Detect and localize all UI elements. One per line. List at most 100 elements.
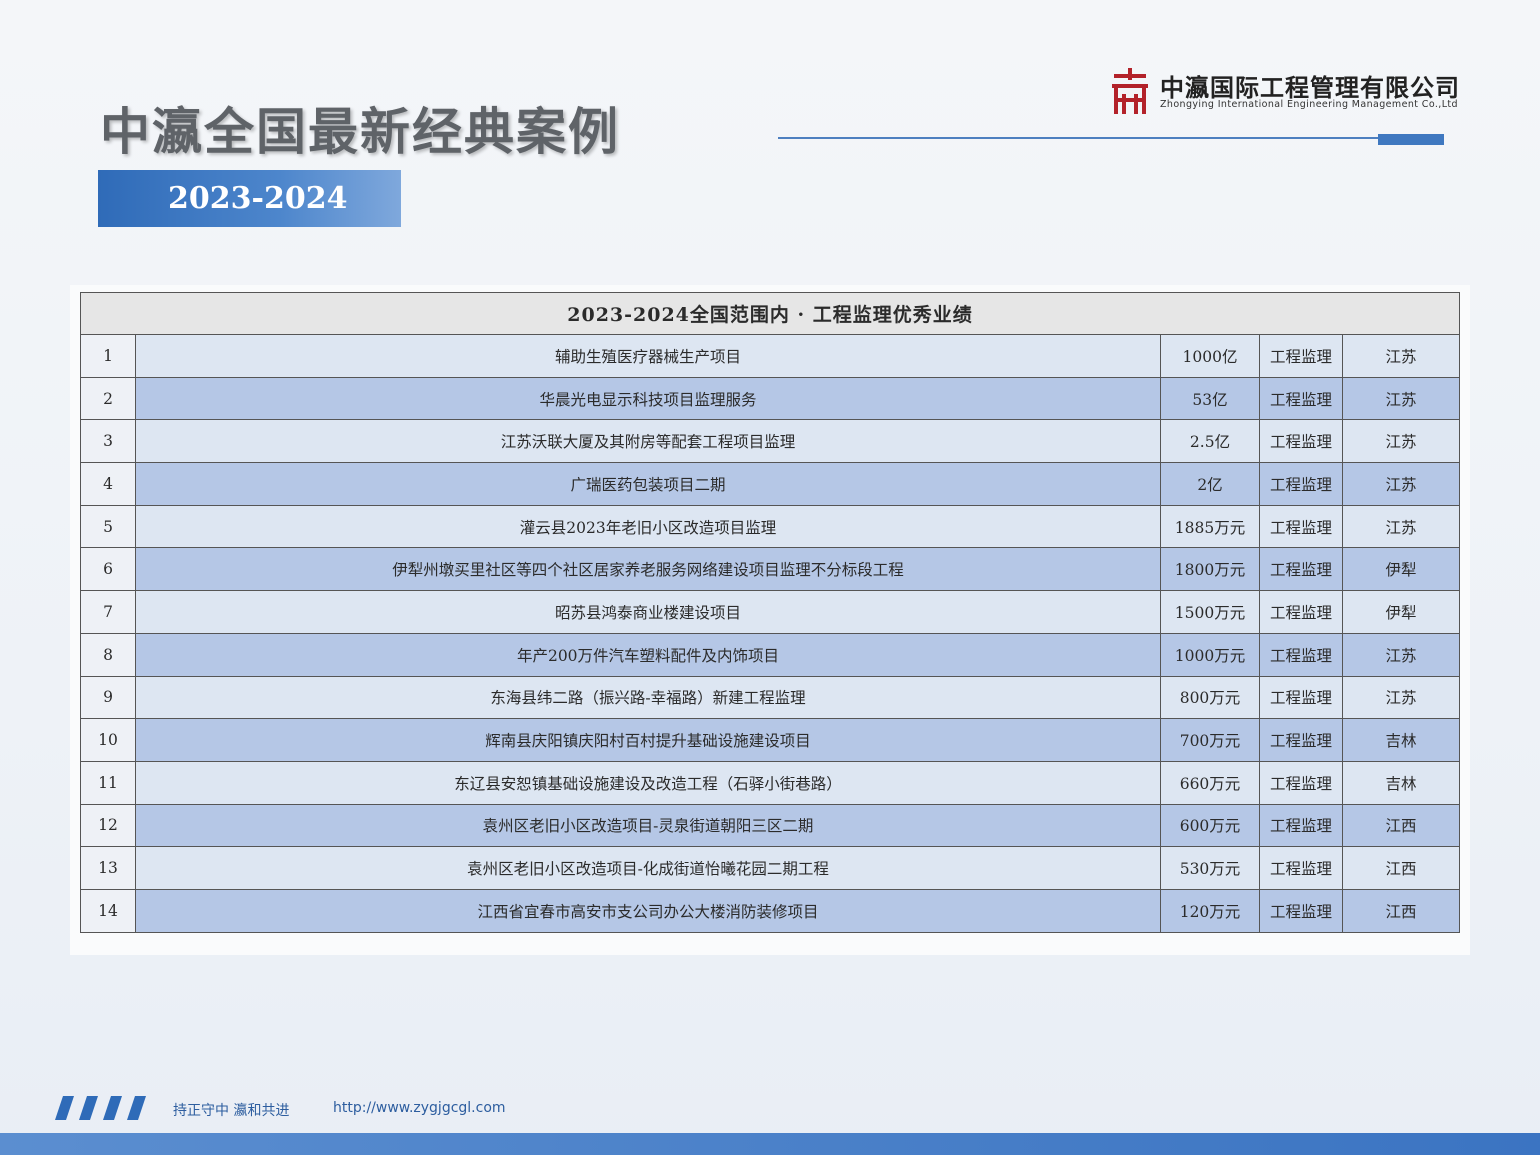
row-number: 6 (80, 547, 136, 592)
service-type: 工程监理 (1259, 334, 1343, 378)
contract-amount: 700万元 (1160, 718, 1260, 762)
project-name: 江西省宜春市高安市支公司办公大楼消防装修项目 (135, 888, 1161, 933)
contract-amount: 53亿 (1160, 376, 1260, 421)
row-number: 13 (80, 846, 136, 890)
project-name: 广瑞医药包装项目二期 (135, 462, 1161, 506)
service-type: 工程监理 (1259, 632, 1343, 677)
project-region: 江苏 (1342, 675, 1460, 720)
project-name: 东辽县安恕镇基础设施建设及改造工程（石驿小街巷路） (135, 760, 1161, 805)
service-type: 工程监理 (1259, 760, 1343, 805)
table-row: 9 东海县纬二路（振兴路-幸福路）新建工程监理 800万元 工程监理 江苏 (80, 675, 1460, 720)
project-name: 江苏沃联大厦及其附房等配套工程项目监理 (135, 419, 1161, 464)
row-number: 12 (80, 803, 136, 848)
contract-amount: 2.5亿 (1160, 419, 1260, 464)
project-name: 袁州区老旧小区改造项目-化成街道怡曦花园二期工程 (135, 846, 1161, 890)
row-number: 1 (80, 334, 136, 378)
service-type: 工程监理 (1259, 888, 1343, 933)
table-row: 3 江苏沃联大厦及其附房等配套工程项目监理 2.5亿 工程监理 江苏 (80, 419, 1460, 464)
service-type: 工程监理 (1259, 462, 1343, 506)
service-type: 工程监理 (1259, 846, 1343, 890)
footer-slogan: 持正守中 瀛和共进 (173, 1103, 290, 1119)
table-row: 13 袁州区老旧小区改造项目-化成街道怡曦花园二期工程 530万元 工程监理 江西 (80, 846, 1460, 890)
project-name: 华晨光电显示科技项目监理服务 (135, 376, 1161, 421)
contract-amount: 800万元 (1160, 675, 1260, 720)
project-region: 江苏 (1342, 334, 1460, 378)
table-row: 10 辉南县庆阳镇庆阳村百村提升基础设施建设项目 700万元 工程监理 吉林 (80, 718, 1460, 762)
table-row: 12 袁州区老旧小区改造项目-灵泉街道朝阳三区二期 600万元 工程监理 江西 (80, 803, 1460, 848)
contract-amount: 1000万元 (1160, 632, 1260, 677)
header-divider (778, 137, 1378, 139)
project-region: 江苏 (1342, 419, 1460, 464)
table-row: 7 昭苏县鸿泰商业楼建设项目 1500万元 工程监理 伊犁 (80, 590, 1460, 634)
project-region: 江苏 (1342, 376, 1460, 421)
project-name: 昭苏县鸿泰商业楼建设项目 (135, 590, 1161, 634)
contract-amount: 2亿 (1160, 462, 1260, 506)
project-region: 伊犁 (1342, 590, 1460, 634)
table-row: 14 江西省宜春市高安市支公司办公大楼消防装修项目 120万元 工程监理 江西 (80, 888, 1460, 933)
service-type: 工程监理 (1259, 504, 1343, 549)
project-region: 江西 (1342, 888, 1460, 933)
project-name: 东海县纬二路（振兴路-幸福路）新建工程监理 (135, 675, 1161, 720)
service-type: 工程监理 (1259, 419, 1343, 464)
table-row: 1 辅助生殖医疗器械生产项目 1000亿 工程监理 江苏 (80, 334, 1460, 378)
service-type: 工程监理 (1259, 675, 1343, 720)
table-row: 4 广瑞医药包装项目二期 2亿 工程监理 江苏 (80, 462, 1460, 506)
row-number: 11 (80, 760, 136, 805)
contract-amount: 1000亿 (1160, 334, 1260, 378)
project-name: 辅助生殖医疗器械生产项目 (135, 334, 1161, 378)
project-region: 吉林 (1342, 760, 1460, 805)
row-number: 2 (80, 376, 136, 421)
row-number: 8 (80, 632, 136, 677)
table-row: 5 灌云县2023年老旧小区改造项目监理 1885万元 工程监理 江苏 (80, 504, 1460, 549)
contract-amount: 530万元 (1160, 846, 1260, 890)
project-name: 辉南县庆阳镇庆阳村百村提升基础设施建设项目 (135, 718, 1161, 762)
project-region: 江苏 (1342, 632, 1460, 677)
row-number: 3 (80, 419, 136, 464)
company-logo: 中瀛国际工程管理有限公司 Zhongying International Eng… (1106, 66, 1459, 118)
row-number: 4 (80, 462, 136, 506)
project-region: 江西 (1342, 803, 1460, 848)
performance-table: 2023-2024全国范围内 · 工程监理优秀业绩 1 辅助生殖医疗器械生产项目 1… (80, 292, 1460, 933)
footer-bar (0, 1133, 1540, 1155)
contract-amount: 1800万元 (1160, 547, 1260, 592)
project-name: 袁州区老旧小区改造项目-灵泉街道朝阳三区二期 (135, 803, 1161, 848)
service-type: 工程监理 (1259, 590, 1343, 634)
performance-table-container: 2023-2024全国范围内 · 工程监理优秀业绩 1 辅助生殖医疗器械生产项目 1… (70, 285, 1470, 955)
row-number: 9 (80, 675, 136, 720)
project-region: 吉林 (1342, 718, 1460, 762)
table-row: 2 华晨光电显示科技项目监理服务 53亿 工程监理 江苏 (80, 376, 1460, 421)
project-region: 伊犁 (1342, 547, 1460, 592)
company-logo-icon (1112, 68, 1148, 114)
contract-amount: 1500万元 (1160, 590, 1260, 634)
table-body: 1 辅助生殖医疗器械生产项目 1000亿 工程监理 江苏 2 华晨光电显示科技项目监理服务 5… (80, 334, 1460, 933)
contract-amount: 1885万元 (1160, 504, 1260, 549)
row-number: 7 (80, 590, 136, 634)
year-badge: 2023-2024 (98, 170, 401, 227)
service-type: 工程监理 (1259, 376, 1343, 421)
project-name: 年产200万件汽车塑料配件及内饰项目 (135, 632, 1161, 677)
company-name-en: Zhongying International Engineering Mana… (1160, 99, 1458, 110)
row-number: 10 (80, 718, 136, 762)
project-name: 伊犁州墩买里社区等四个社区居家养老服务网络建设项目监理不分标段工程 (135, 547, 1161, 592)
project-region: 江西 (1342, 846, 1460, 890)
contract-amount: 120万元 (1160, 888, 1260, 933)
footer-url-link[interactable]: http://www.zygjgcgl.com (333, 1100, 506, 1116)
contract-amount: 600万元 (1160, 803, 1260, 848)
row-number: 14 (80, 888, 136, 933)
project-name: 灌云县2023年老旧小区改造项目监理 (135, 504, 1161, 549)
page-title: 中瀛全国最新经典案例 (100, 103, 620, 161)
table-row: 6 伊犁州墩买里社区等四个社区居家养老服务网络建设项目监理不分标段工程 1800万元… (80, 547, 1460, 592)
table-row: 11 东辽县安恕镇基础设施建设及改造工程（石驿小街巷路） 660万元 工程监理 吉林 (80, 760, 1460, 805)
row-number: 5 (80, 504, 136, 549)
footer-slashes-icon (55, 1096, 146, 1120)
project-region: 江苏 (1342, 504, 1460, 549)
table-row: 8 年产200万件汽车塑料配件及内饰项目 1000万元 工程监理 江苏 (80, 632, 1460, 677)
contract-amount: 660万元 (1160, 760, 1260, 805)
project-region: 江苏 (1342, 462, 1460, 506)
table-title: 2023-2024全国范围内 · 工程监理优秀业绩 (80, 292, 1460, 335)
service-type: 工程监理 (1259, 547, 1343, 592)
header-divider-accent (1378, 134, 1444, 145)
service-type: 工程监理 (1259, 718, 1343, 762)
company-name-cn: 中瀛国际工程管理有限公司 (1160, 74, 1460, 102)
service-type: 工程监理 (1259, 803, 1343, 848)
